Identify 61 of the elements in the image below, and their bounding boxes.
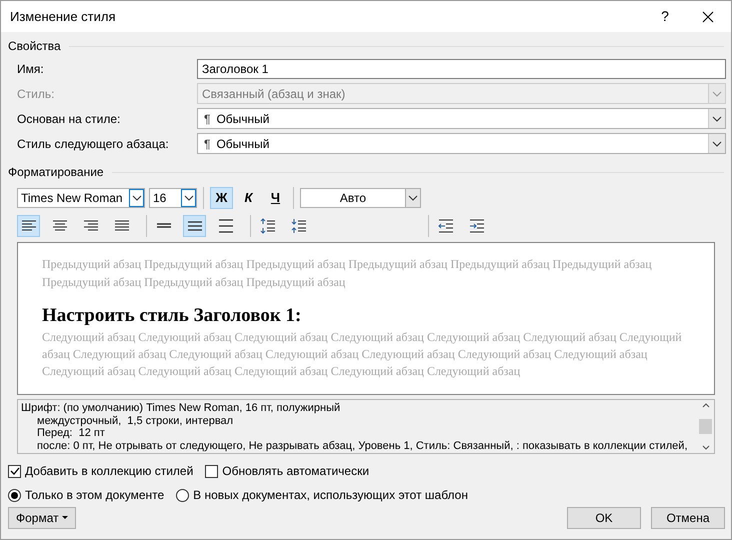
ok-button[interactable]: OK	[567, 507, 641, 529]
caret-icon	[62, 516, 68, 520]
close-icon	[702, 10, 714, 22]
radio-button[interactable]	[8, 488, 21, 502]
decrease-indent-icon	[438, 218, 454, 234]
radio-label: Только в этом документе	[25, 487, 164, 504]
window-title: Изменение стиля	[10, 8, 117, 26]
format-menu-button[interactable]: Формат	[8, 507, 76, 529]
dropdown-value: Обычный	[216, 110, 270, 128]
field-label: Стиль следующего абзаца:	[17, 136, 170, 152]
increase-spacing-icon	[260, 218, 276, 234]
field-label: Основан на стиле:	[17, 110, 122, 128]
section-title: Свойства	[8, 38, 61, 55]
chevron-down-icon	[712, 90, 722, 96]
font-dropdown[interactable]: Times New Roman	[17, 188, 145, 208]
chevron-down-icon	[408, 195, 418, 201]
font-style-button[interactable]: К	[237, 187, 260, 209]
checkbox[interactable]	[205, 464, 218, 478]
style-dropdown[interactable]: ¶ Обычный	[197, 133, 726, 154]
style-dropdown[interactable]: ¶ Обычный	[197, 108, 726, 129]
scroll-down-icon	[702, 445, 710, 450]
paragraph-format-button[interactable]	[17, 215, 40, 237]
radio-label: В новых документах, использующих этот шаблон	[193, 487, 468, 504]
next-paragraph-text: Следующий абзац Следующий абзац Следующий абзац Следующий абзац Следующий абзац Следующий абзац Следующий абзац Следующий абзац Следующий абзац Следующий абзац Следующий абзац Следующий абзац Следующий абзац Следующий абзац Следующий абзац Следующий абзац Следующий абзац Следующий абзац	[42, 329, 683, 380]
color-dropdown[interactable]: Авто	[300, 188, 421, 208]
checkmark-icon	[10, 467, 20, 475]
chevron-down-icon	[184, 195, 194, 201]
help-button[interactable]: ?	[645, 2, 685, 32]
font-style-button[interactable]: Ж	[210, 187, 233, 209]
description-line: междустрочный, 1,5 строки, интервал	[36, 414, 234, 427]
dropdown-value: Связанный (абзац и знак)	[202, 86, 346, 102]
cancel-button[interactable]: Отмена	[651, 507, 725, 529]
dropdown-value: Авто	[338, 190, 368, 207]
pilcrow-symbol: ¶	[204, 110, 210, 128]
double-spacing-icon	[218, 218, 234, 234]
increase-indent-icon	[468, 218, 484, 234]
chevron-down-icon	[712, 140, 722, 146]
scroll-up-icon	[702, 403, 710, 408]
description-line: Шрифт: (по умолчанию) Times New Roman, 16 пт, полужирный	[21, 402, 342, 414]
description-line: Перед: 12 пт	[36, 427, 106, 440]
chevron-down-icon	[712, 116, 722, 122]
description-line: после: 0 пт, Не отрывать от следующего, Не разрывать абзац, Уровень 1, Стиль: Связанный, : показывать в коллекции стилей,	[36, 440, 688, 452]
field-label: Стиль:	[17, 86, 56, 102]
dropdown-value: Обычный	[216, 136, 270, 152]
radio-button[interactable]	[176, 488, 190, 502]
field-label: Имя:	[17, 61, 45, 78]
previous-paragraph-text: Предыдущий абзац Предыдущий абзац Предыдущий абзац Предыдущий абзац Предыдущий абзац Предыдущий абзац Предыдущий абзац Предыдущий абзац Предыдущий абзац	[42, 256, 653, 291]
font-style-button[interactable]: Ч	[264, 187, 287, 209]
checkbox-label: Обновлять автоматически	[222, 463, 370, 480]
name-field[interactable]: Заголовок 1	[197, 59, 726, 79]
decrease-spacing-icon	[290, 218, 306, 234]
checkbox-label: Добавить в коллекцию стилей	[25, 463, 194, 480]
size-dropdown[interactable]: 16	[149, 188, 197, 208]
pilcrow-symbol: ¶	[204, 136, 210, 152]
section-title: Форматирование	[8, 164, 104, 181]
paragraph-format-button[interactable]	[183, 215, 206, 237]
heading-preview-text: Настроить стиль Заголовок 1:	[42, 304, 302, 328]
dropdown-value: 16	[152, 190, 168, 207]
chevron-down-icon	[132, 195, 142, 201]
dropdown-value: Times New Roman	[20, 190, 124, 207]
checkbox[interactable]	[8, 464, 21, 478]
